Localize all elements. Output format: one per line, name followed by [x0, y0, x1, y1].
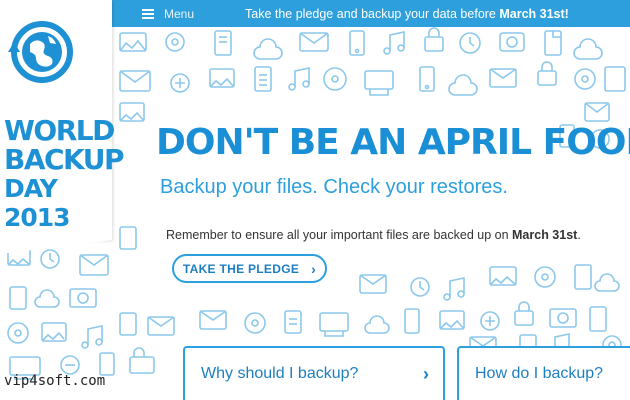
page-subheadline: Backup your files. Check your restores. [160, 176, 508, 198]
take-pledge-label: TAKE THE PLEDGE [182, 261, 300, 276]
remember-end: . [577, 228, 581, 242]
why-backup-label: Why should I backup? [201, 365, 359, 382]
why-backup-card[interactable]: Why should I backup? › [183, 346, 445, 400]
how-backup-card[interactable]: How do I backup? [457, 346, 630, 400]
pledge-banner-text: Take the pledge and backup your data bef… [245, 7, 500, 21]
logo-line-backup: BACKUP [4, 143, 125, 176]
remember-date: March 31st [512, 228, 578, 242]
globe-arrow-icon [8, 21, 73, 83]
watermark: vip4soft.com [4, 373, 106, 389]
how-backup-label: How do I backup? [475, 365, 604, 382]
logo-text: WORLD BACKUP DAY 2013 [4, 114, 125, 232]
pledge-banner-date: March 31st! [499, 7, 569, 21]
menu-label: Menu [164, 6, 195, 21]
world-backup-day-logo[interactable]: WORLD BACKUP DAY 2013 [0, 0, 125, 254]
remember-text-body: Remember to ensure all your important fi… [166, 228, 513, 242]
chevron-right-icon: › [311, 260, 317, 277]
chevron-right-icon: › [423, 364, 429, 384]
take-pledge-button[interactable]: TAKE THE PLEDGE › [172, 254, 327, 283]
remember-text: Remember to ensure all your important fi… [166, 228, 581, 242]
pledge-banner[interactable]: Take the pledge and backup your data bef… [245, 7, 569, 21]
page-headline: DON'T BE AN APRIL FOOL. [156, 122, 630, 163]
menu-button[interactable]: Menu [142, 5, 194, 22]
logo-line-world: WORLD [4, 114, 115, 147]
logo-line-day: DAY 2013 [4, 174, 71, 232]
hamburger-icon [142, 8, 154, 19]
